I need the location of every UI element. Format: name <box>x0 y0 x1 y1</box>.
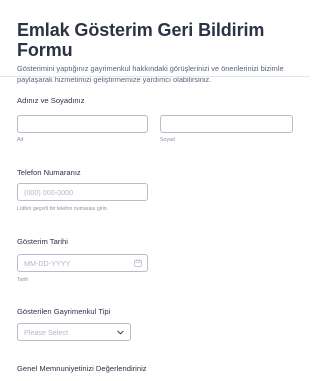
feedback-form: Emlak Gösterim Geri Bildirim Formu Göste… <box>0 0 310 381</box>
chevron-down-icon <box>117 330 124 335</box>
property-type-select[interactable]: Please Select <box>17 323 131 341</box>
phone-sublabel: Lütfen geçerli bir telefon numarası giri… <box>17 206 109 212</box>
last-name-sublabel: Soyad <box>160 137 175 143</box>
first-name-sublabel: Ad <box>17 137 24 143</box>
date-label: Gösterim Tarihi <box>17 237 68 246</box>
phone-placeholder: (000) 000-0000 <box>24 188 74 197</box>
form-title: Emlak Gösterim Geri Bildirim Formu <box>17 20 265 60</box>
last-name-input[interactable] <box>160 115 293 133</box>
form-subtitle: Gösterimini yaptığınız gayrimenkul hakkı… <box>17 64 284 84</box>
property-type-label: Gösterilen Gayrimenkul Tipi <box>17 307 111 316</box>
date-sublabel: Tarih <box>17 277 29 283</box>
property-type-selected: Please Select <box>24 328 68 337</box>
first-name-input[interactable] <box>17 115 148 133</box>
phone-label: Telefon Numaranız <box>17 168 81 177</box>
calendar-icon[interactable] <box>134 259 142 267</box>
phone-input[interactable]: (000) 000-0000 <box>17 183 148 201</box>
header-divider <box>0 76 310 77</box>
name-label: Adınız ve Soyadınız <box>17 96 85 105</box>
date-placeholder: MM-DD-YYYY <box>24 259 71 268</box>
satisfaction-label: Genel Memnuniyetinizi Değerlendiriniz <box>17 364 147 373</box>
date-input[interactable]: MM-DD-YYYY <box>17 254 148 272</box>
